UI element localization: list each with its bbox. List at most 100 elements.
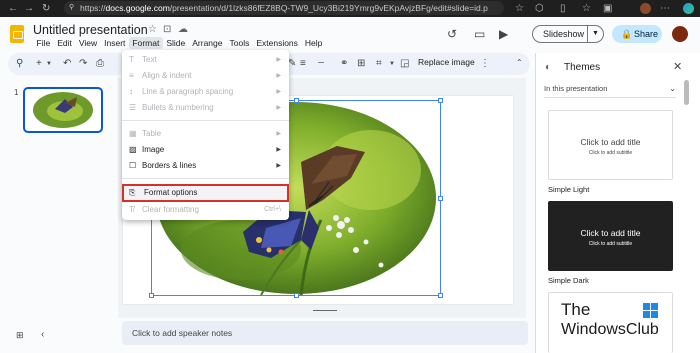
text-icon: T: [129, 55, 134, 64]
collapse-filmstrip-icon[interactable]: ‹: [41, 329, 44, 340]
edge-copilot-icon[interactable]: [683, 3, 694, 14]
profile-avatar[interactable]: [640, 3, 651, 14]
reset-image-icon[interactable]: ◲: [400, 58, 409, 69]
theme-card-title: Click to add title: [580, 228, 641, 238]
align-icon: ≡: [129, 71, 134, 80]
document-title[interactable]: Untitled presentation: [33, 23, 148, 37]
menu-tools[interactable]: Tools: [226, 37, 253, 49]
print-icon[interactable]: ⎙: [96, 58, 104, 69]
chevron-right-icon: ▶: [276, 163, 281, 169]
resize-handle[interactable]: [438, 98, 443, 103]
menu-slide[interactable]: Slide: [163, 37, 189, 49]
share-button[interactable]: 🔒 Share: [612, 25, 662, 43]
collections-icon[interactable]: ▣: [603, 0, 612, 17]
new-slide-icon[interactable]: +: [36, 58, 42, 69]
resize-handle[interactable]: [438, 196, 443, 201]
menu-item-line-spacing[interactable]: ↕ Line & paragraph spacing ▶: [122, 84, 289, 100]
menu-item-align-indent[interactable]: ≡ Align & indent ▶: [122, 68, 289, 84]
link-icon[interactable]: ⚭: [340, 58, 348, 69]
menu-item-image[interactable]: ▨ Image ▶: [122, 142, 289, 158]
theme-card-simple-light[interactable]: Click to add title Click to add subtitle: [548, 110, 673, 180]
search-menus-icon[interactable]: ⚲: [16, 58, 23, 69]
theme-source-dropdown[interactable]: In this presentation ⌄: [544, 84, 676, 98]
menu-arrange[interactable]: Arrange: [189, 37, 226, 49]
menu-help[interactable]: Help: [301, 37, 325, 49]
theme-card-subtitle: Click to add subtitle: [588, 150, 633, 156]
menu-view[interactable]: View: [75, 37, 100, 49]
resize-handle[interactable]: [438, 293, 443, 298]
bullets-icon: ☰: [129, 103, 137, 112]
back-icon[interactable]: ←: [8, 0, 18, 17]
favorites-icon[interactable]: ☆: [582, 0, 591, 17]
chevron-down-icon[interactable]: ▼: [389, 61, 395, 67]
theme-name: Simple Dark: [548, 276, 589, 285]
menu-insert[interactable]: Insert: [101, 37, 129, 49]
more-icon[interactable]: ⋯: [660, 0, 670, 17]
theme-card-subtitle: Click to add subtitle: [588, 241, 633, 247]
menu-item-clear-formatting[interactable]: T̸ Clear formatting Ctrl+\: [122, 202, 289, 218]
clear-formatting-icon: T̸: [129, 205, 134, 214]
close-icon[interactable]: ✕: [673, 60, 682, 73]
menu-item-table[interactable]: ▦ Table ▶: [122, 126, 289, 142]
image-icon: ▨: [129, 145, 137, 154]
more-icon[interactable]: ⋮: [480, 58, 490, 69]
chevron-right-icon: ▶: [276, 89, 281, 95]
chevron-down-icon[interactable]: ▼: [46, 61, 52, 67]
menu-edit[interactable]: Edit: [54, 37, 76, 49]
format-menu: T Text ▶ ≡ Align & indent ▶ ↕ Line & paragrap…: [122, 50, 289, 220]
chevron-down-icon: ⌄: [669, 84, 676, 93]
comment-icon[interactable]: ▭: [474, 27, 485, 41]
chevron-right-icon: ▶: [276, 105, 281, 111]
line-spacing-icon: ↕: [129, 87, 133, 96]
move-folder-icon[interactable]: ⊡: [163, 24, 171, 35]
menu-item-text[interactable]: T Text ▶: [122, 52, 289, 68]
chevron-right-icon: ▶: [276, 147, 281, 153]
watermark-line2: WindowsClub: [561, 321, 659, 338]
star-icon[interactable]: ☆: [515, 0, 524, 17]
menu-item-borders-lines[interactable]: ☐ Borders & lines ▶: [122, 158, 289, 174]
refresh-icon[interactable]: ↻: [42, 0, 50, 17]
extensions-icon[interactable]: ⬡: [535, 0, 544, 17]
notes-resize-handle[interactable]: [313, 310, 337, 311]
menu-extensions[interactable]: Extensions: [253, 37, 302, 49]
theme-card-simple-dark[interactable]: Click to add title Click to add subtitle: [548, 201, 673, 271]
slide-thumbnail[interactable]: [23, 87, 103, 133]
alt-text-icon[interactable]: ⊞: [357, 58, 365, 69]
format-options-icon: ⎘: [129, 188, 136, 197]
chevron-down-icon[interactable]: ▼: [592, 26, 599, 42]
forward-icon[interactable]: →: [24, 0, 34, 17]
avatar[interactable]: [672, 26, 688, 42]
resize-handle[interactable]: [294, 98, 299, 103]
scrollbar[interactable]: [684, 80, 689, 105]
address-bar[interactable]: ⚲ https://docs.google.com/presentation/d/…: [64, 1, 504, 15]
themes-title: Themes: [564, 62, 601, 73]
split-icon[interactable]: ▯: [560, 0, 566, 17]
line-weight-icon[interactable]: ≡: [300, 58, 306, 69]
star-icon[interactable]: ☆: [148, 24, 157, 35]
pen-icon[interactable]: ✎: [288, 58, 296, 69]
slideshow-button[interactable]: Slideshow ▼: [532, 25, 604, 43]
shortcut-label: Ctrl+\: [264, 206, 281, 213]
collapse-chevron-icon[interactable]: ⌃: [516, 58, 523, 67]
redo-icon[interactable]: ↷: [79, 58, 87, 69]
chevron-right-icon: ▶: [276, 57, 281, 63]
watermark-line1: The: [561, 300, 591, 319]
menu-item-format-options[interactable]: ⎘ Format options: [122, 184, 289, 202]
slide-number: 1: [14, 88, 19, 97]
speaker-notes[interactable]: Click to add speaker notes: [122, 321, 528, 345]
slides-logo[interactable]: [10, 25, 24, 43]
meet-icon[interactable]: ▶: [499, 27, 508, 41]
grid-view-icon[interactable]: ⊞: [16, 330, 24, 341]
menu-format[interactable]: Format: [128, 37, 163, 49]
cloud-status-icon[interactable]: ☁: [178, 24, 188, 35]
history-icon[interactable]: ↺: [447, 27, 457, 41]
menu-item-bullets[interactable]: ☰ Bullets & numbering ▶: [122, 100, 289, 116]
resize-handle[interactable]: [294, 293, 299, 298]
borders-icon: ☐: [129, 161, 137, 170]
undo-icon[interactable]: ↶: [63, 58, 71, 69]
resize-handle[interactable]: [149, 293, 154, 298]
replace-image-button[interactable]: Replace image: [418, 57, 475, 67]
crop-icon[interactable]: ⌗: [376, 58, 382, 69]
line-dash-icon[interactable]: ┄: [318, 58, 324, 69]
menu-file[interactable]: File: [33, 37, 54, 49]
